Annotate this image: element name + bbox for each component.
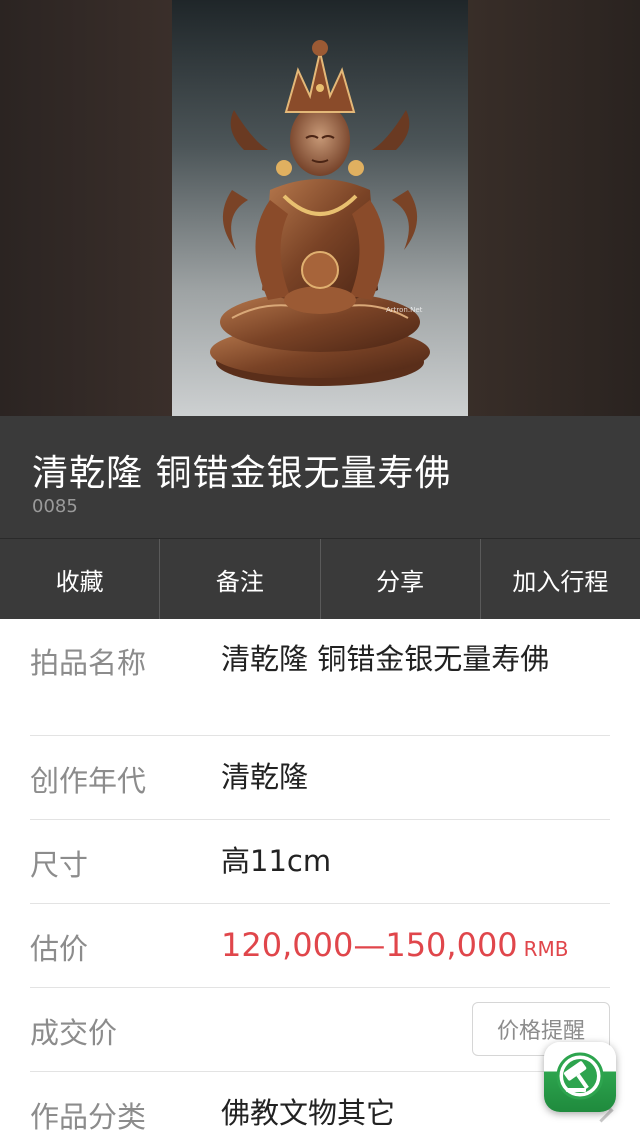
auction-gavel-icon: [556, 1052, 604, 1100]
size-value: 高11cm: [221, 844, 332, 878]
estimate-value-wrap: 120,000—150,000 RMB: [221, 926, 569, 968]
size-label: 尺寸: [30, 848, 89, 882]
detail-row-category[interactable]: 作品分类 佛教文物其它: [30, 1072, 614, 1136]
favorite-button[interactable]: 收藏: [0, 539, 159, 619]
hero-image-area: Artron.Net: [0, 0, 640, 416]
detail-row-estimate: 估价 120,000—150,000 RMB: [30, 904, 610, 988]
lot-detail-page: Artron.Net 清乾隆 铜错金银无量寿佛 0085 收藏 备注 分享 加入…: [0, 0, 640, 1136]
era-label: 创作年代: [30, 764, 147, 798]
share-button[interactable]: 分享: [319, 539, 480, 619]
detail-row-era: 创作年代 清乾隆: [30, 736, 610, 820]
estimate-currency: RMB: [523, 937, 569, 961]
detail-row-size: 尺寸 高11cm: [30, 820, 610, 904]
category-value: 佛教文物其它: [221, 1096, 396, 1130]
image-watermark: Artron.Net: [386, 306, 423, 314]
estimate-value: 120,000—150,000: [221, 926, 518, 964]
name-value: 清乾隆 铜错金银无量寿佛: [221, 642, 550, 676]
add-to-itinerary-button[interactable]: 加入行程: [479, 539, 640, 619]
name-label: 拍品名称: [30, 646, 147, 680]
detail-row-name: 拍品名称 清乾隆 铜错金银无量寿佛: [30, 618, 610, 736]
lot-photo[interactable]: Artron.Net: [172, 0, 468, 416]
lot-number: 0085: [32, 496, 78, 517]
auction-floating-button[interactable]: [544, 1042, 616, 1112]
lot-title: 清乾隆 铜错金银无量寿佛: [32, 453, 452, 494]
category-label: 作品分类: [30, 1100, 147, 1134]
note-button[interactable]: 备注: [159, 539, 319, 619]
buddha-statue-image: [210, 40, 430, 386]
detail-row-sold-price: 成交价 价格提醒: [30, 988, 610, 1072]
action-bar: 收藏 备注 分享 加入行程: [0, 538, 640, 619]
estimate-label: 估价: [30, 932, 89, 966]
era-value: 清乾隆: [221, 760, 309, 794]
sold-price-label: 成交价: [30, 1016, 118, 1050]
